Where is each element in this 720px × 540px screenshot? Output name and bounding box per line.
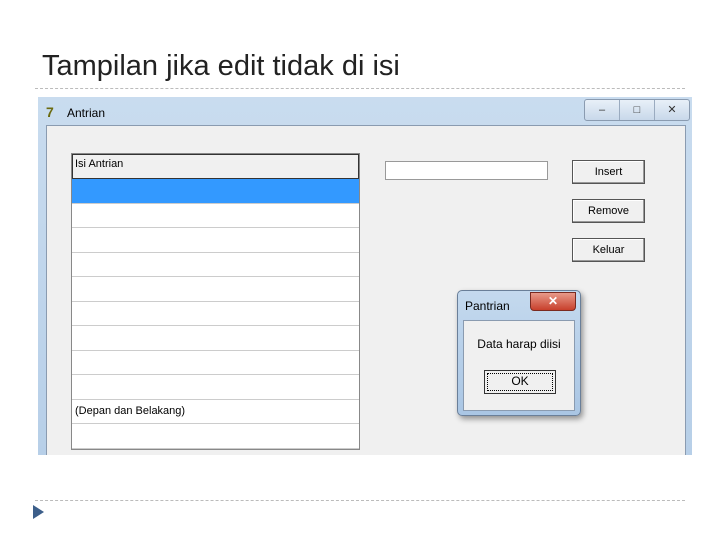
list-item[interactable] [72, 302, 359, 326]
app-icon: 7 [46, 104, 54, 120]
message-dialog: Pantrian ✕ Data harap diisi OK [457, 290, 581, 416]
dialog-title: Pantrian [465, 299, 510, 313]
dialog-body: Data harap diisi OK [463, 320, 575, 411]
list-header: Isi Antrian [72, 154, 359, 179]
list-item[interactable] [72, 204, 359, 228]
maximize-button[interactable]: □ [620, 100, 655, 120]
window-controls: – □ ✕ [584, 99, 690, 121]
ok-button[interactable]: OK [484, 370, 556, 394]
list-item[interactable] [72, 375, 359, 400]
list-item[interactable] [72, 424, 359, 449]
list-item[interactable]: (Depan dan Belakang) [72, 400, 359, 424]
list-item[interactable] [72, 253, 359, 277]
dialog-close-button[interactable]: ✕ [530, 292, 576, 311]
divider-top [35, 88, 685, 89]
dialog-message: Data harap diisi [477, 337, 561, 351]
list-item[interactable] [72, 351, 359, 375]
divider-bottom [35, 500, 685, 501]
list-item[interactable] [72, 179, 359, 204]
minimize-button[interactable]: – [585, 100, 620, 120]
client-area: Isi Antrian (Depan dan Belakang) Insert … [46, 125, 686, 455]
list-item[interactable] [72, 228, 359, 253]
keluar-button[interactable]: Keluar [572, 238, 645, 262]
window-title: Antrian [67, 106, 106, 120]
remove-button[interactable]: Remove [572, 199, 645, 223]
list-item[interactable] [72, 326, 359, 351]
close-button[interactable]: ✕ [655, 100, 689, 120]
list-item[interactable] [72, 277, 359, 302]
slide-title: Tampilan jika edit tidak di isi [42, 50, 400, 82]
bullet-arrow-icon [33, 505, 44, 519]
queue-input[interactable] [385, 161, 548, 180]
queue-list[interactable]: Isi Antrian (Depan dan Belakang) [71, 153, 360, 450]
antrian-window: 7 Antrian – □ ✕ Isi Antrian (Depan dan B… [38, 97, 692, 455]
insert-button[interactable]: Insert [572, 160, 645, 184]
